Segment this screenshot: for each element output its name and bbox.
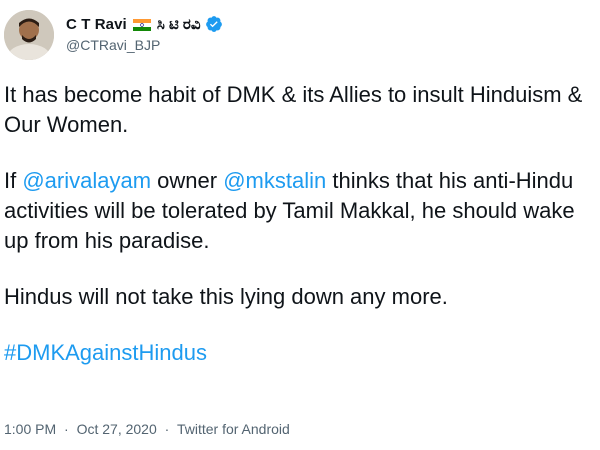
verified-badge-icon (205, 15, 223, 33)
tweet-source[interactable]: Twitter for Android (177, 421, 290, 437)
profile-photo-icon (4, 10, 54, 60)
display-name[interactable]: C T Ravi (66, 16, 127, 33)
mention-link-mkstalin[interactable]: @mkstalin (223, 168, 326, 193)
tweet-paragraph-4: #DMKAgainstHindus (4, 338, 596, 368)
author-names: C T Ravi ಸಿ ಟಿ ರವಿ @CTRavi_BJP (66, 14, 223, 53)
tweet-date[interactable]: Oct 27, 2020 (77, 421, 157, 437)
hashtag-link[interactable]: #DMKAgainstHindus (4, 340, 207, 365)
paragraph-2-prefix: If (4, 168, 23, 193)
tweet-header: C T Ravi ಸಿ ಟಿ ರವಿ @CTRavi_BJP (0, 8, 600, 68)
avatar[interactable] (4, 10, 54, 60)
tweet-time[interactable]: 1:00 PM (4, 421, 56, 437)
paragraph-2-mid: owner (151, 168, 224, 193)
meta-separator: · (164, 421, 170, 437)
tweet-text: It has become habit of DMK & its Allies … (4, 80, 596, 394)
tweet-paragraph-2: If @arivalayam owner @mkstalin thinks th… (4, 166, 596, 256)
mention-link-arivalayam[interactable]: @arivalayam (22, 168, 151, 193)
meta-separator: · (64, 421, 69, 437)
tweet-paragraph-3: Hindus will not take this lying down any… (4, 284, 448, 309)
name-row: C T Ravi ಸಿ ಟಿ ರವಿ (66, 14, 223, 34)
tweet-card: C T Ravi ಸಿ ಟಿ ರವಿ @CTRavi_BJP It has be… (0, 0, 600, 450)
author-handle[interactable]: @CTRavi_BJP (66, 37, 223, 53)
native-name: ಸಿ ಟಿ ರವಿ (156, 15, 201, 33)
tweet-paragraph-1: It has become habit of DMK & its Allies … (4, 82, 583, 137)
tweet-metadata: 1:00 PM · Oct 27, 2020 · Twitter for And… (4, 421, 290, 437)
india-flag-icon (132, 18, 151, 31)
